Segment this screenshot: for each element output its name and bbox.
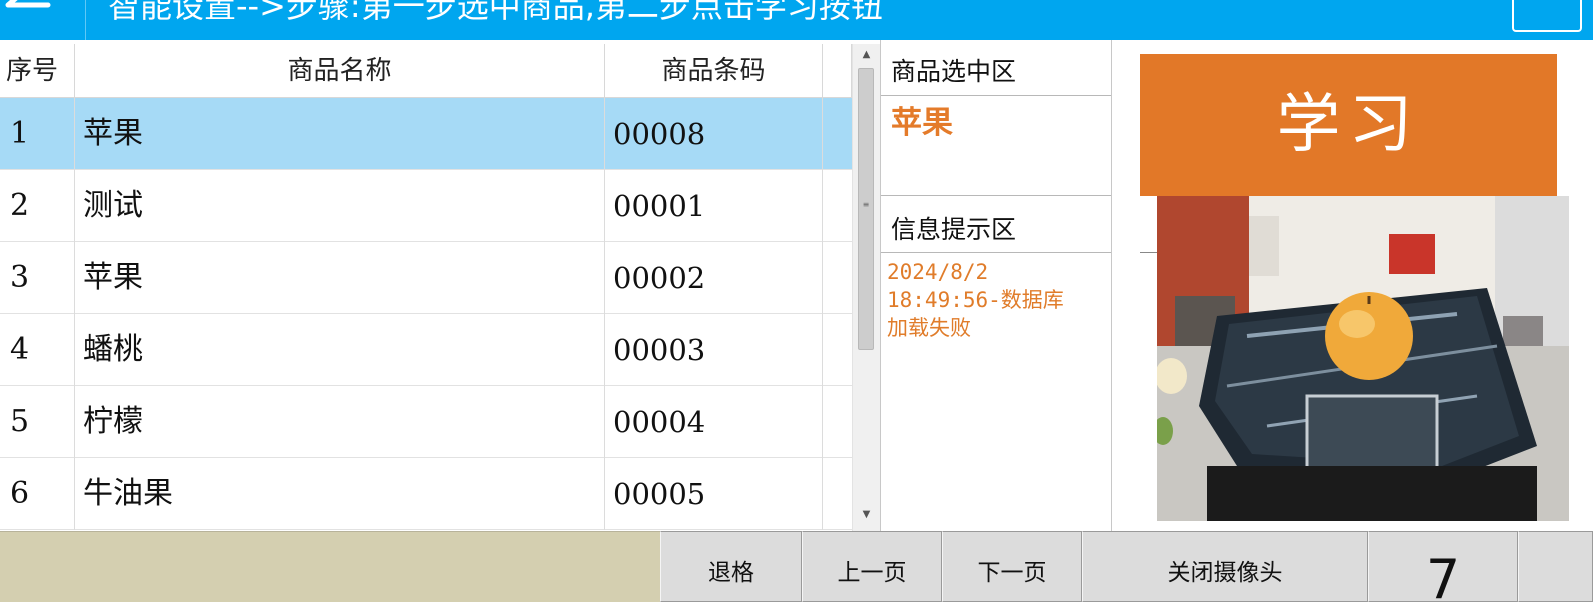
scroll-thumb[interactable]: ≡ bbox=[858, 68, 874, 350]
backspace-button[interactable]: 退格 bbox=[660, 531, 802, 602]
row-index: 1 bbox=[0, 98, 75, 170]
scroll-up-arrow-icon[interactable]: ▲ bbox=[853, 46, 880, 64]
table-row[interactable]: 6 牛油果 00005 bbox=[0, 458, 852, 530]
table-row[interactable]: 1 苹果 00008 bbox=[0, 98, 852, 170]
row-name: 苹果 bbox=[75, 242, 605, 314]
row-code: 00008 bbox=[605, 98, 823, 170]
info-line: 2024/8/2 bbox=[887, 260, 989, 284]
selection-info-panel: 商品选中区 苹果 信息提示区 2024/8/2 18:49:56-数据库 加载失… bbox=[880, 40, 1112, 531]
row-name: 柠檬 bbox=[75, 386, 605, 458]
close-camera-button[interactable]: 关闭摄像头 bbox=[1082, 531, 1368, 602]
header-action-button[interactable] bbox=[1512, 0, 1582, 32]
row-code: 00001 bbox=[605, 170, 823, 242]
info-line: 加载失败 bbox=[887, 316, 971, 340]
info-area-label: 信息提示区 bbox=[891, 215, 1017, 244]
prev-page-button[interactable]: 上一页 bbox=[802, 531, 942, 602]
selected-area-label: 商品选中区 bbox=[891, 57, 1017, 86]
row-code: 00005 bbox=[605, 458, 823, 530]
row-code: 00002 bbox=[605, 242, 823, 314]
product-table: 序号 商品名称 商品条码 1 苹果 00008 2 测试 00001 3 苹果 … bbox=[0, 44, 880, 531]
camera-frame-image bbox=[1157, 196, 1569, 521]
row-index: 3 bbox=[0, 242, 75, 314]
page-title: 智能设置-->步骤:第一步选中商品,第二步点击学习按钮 bbox=[108, 0, 883, 25]
grip-icon: ≡ bbox=[862, 200, 870, 209]
column-header-name[interactable]: 商品名称 bbox=[75, 44, 605, 98]
row-index: 6 bbox=[0, 458, 75, 530]
table-row[interactable]: 4 蟠桃 00003 bbox=[0, 314, 852, 386]
row-name: 牛油果 bbox=[75, 458, 605, 530]
next-page-button[interactable]: 下一页 bbox=[942, 531, 1082, 602]
key-7-button[interactable]: 7 bbox=[1368, 531, 1518, 602]
info-line: 18:49:56-数据库 bbox=[887, 288, 1064, 312]
row-code: 00003 bbox=[605, 314, 823, 386]
table-row[interactable]: 3 苹果 00002 bbox=[0, 242, 852, 314]
divider bbox=[881, 195, 1111, 196]
table-row[interactable]: 2 测试 00001 bbox=[0, 170, 852, 242]
input-display bbox=[0, 531, 660, 602]
back-button[interactable] bbox=[0, 0, 86, 40]
scroll-down-arrow-icon[interactable]: ▼ bbox=[853, 506, 880, 524]
row-name: 苹果 bbox=[75, 98, 605, 170]
camera-preview bbox=[1157, 196, 1569, 521]
bottom-toolbar: 退格 上一页 下一页 关闭摄像头 7 bbox=[0, 531, 1593, 602]
row-name: 测试 bbox=[75, 170, 605, 242]
row-code: 00004 bbox=[605, 386, 823, 458]
selected-product-value: 苹果 bbox=[891, 105, 953, 141]
learn-panel: 学习 bbox=[1112, 40, 1593, 531]
row-index: 5 bbox=[0, 386, 75, 458]
keypad-button[interactable] bbox=[1518, 531, 1593, 602]
column-header-filler bbox=[823, 44, 852, 98]
title-bar: 智能设置-->步骤:第一步选中商品,第二步点击学习按钮 bbox=[0, 0, 1593, 40]
row-name: 蟠桃 bbox=[75, 314, 605, 386]
table-row[interactable]: 5 柠檬 00004 bbox=[0, 386, 852, 458]
divider bbox=[881, 95, 1111, 96]
row-index: 4 bbox=[0, 314, 75, 386]
column-header-code[interactable]: 商品条码 bbox=[605, 44, 823, 98]
learn-button[interactable]: 学习 bbox=[1140, 54, 1557, 196]
arrow-left-icon bbox=[5, 0, 51, 8]
divider bbox=[881, 252, 1111, 253]
row-index: 2 bbox=[0, 170, 75, 242]
info-message: 2024/8/2 18:49:56-数据库 加载失败 bbox=[887, 258, 1111, 342]
column-header-index[interactable]: 序号 bbox=[0, 44, 75, 98]
table-scrollbar[interactable]: ▲ ≡ ▼ bbox=[852, 44, 880, 531]
